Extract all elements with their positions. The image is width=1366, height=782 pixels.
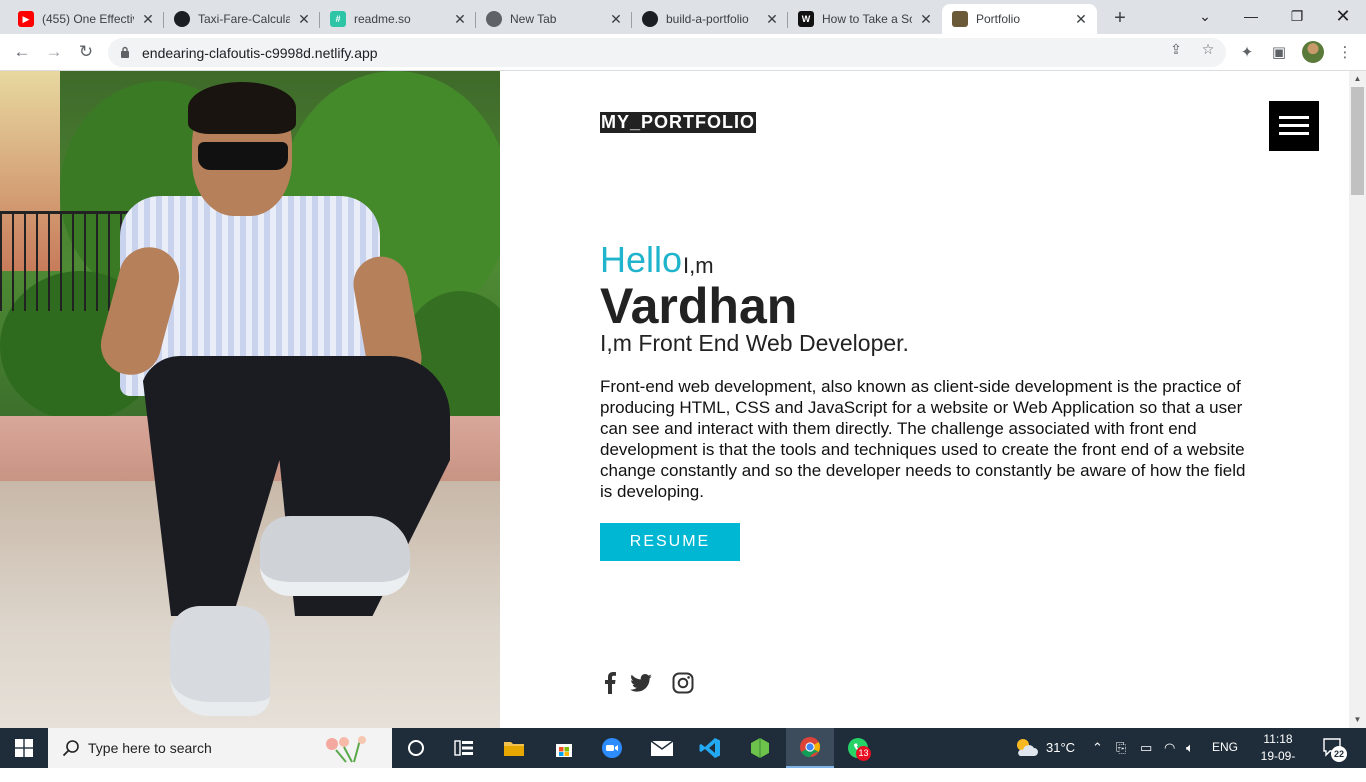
task-view-icon[interactable] [440, 728, 488, 768]
hero-role: I,m Front End Web Developer. [600, 330, 909, 356]
tab-title: readme.so [354, 12, 411, 26]
search-highlight-icon [326, 736, 366, 763]
site-icon: W [798, 11, 814, 27]
maximize-button[interactable]: ❐ [1274, 0, 1320, 32]
battery-icon[interactable]: ▭ [1140, 740, 1152, 756]
tab-strip: ▶ (455) One Effectiv ✕ Taxi-Fare-Calcula… [0, 0, 1366, 34]
address-bar[interactable]: endearing-clafoutis-c9998d.netlify.app [108, 38, 1226, 67]
whatsapp-badge: 13 [856, 746, 871, 761]
tab-screenshot-howto[interactable]: W How to Take a Sc ✕ [788, 4, 942, 34]
tab-readme[interactable]: # readme.so ✕ [320, 4, 476, 34]
scrollbar-thumb[interactable] [1351, 87, 1364, 195]
page-viewport: MY_PORTFOLIO Hello I,m Vardhan I,m Front… [0, 71, 1366, 728]
file-explorer-icon[interactable] [490, 728, 538, 768]
reload-button[interactable]: ↻ [74, 40, 98, 64]
hero-description: Front-end web development, also known as… [600, 377, 1246, 501]
greeting-text: Hello [600, 239, 683, 280]
taskbar-search-box[interactable]: Type here to search [48, 728, 392, 768]
taskbar-clock[interactable]: 11:18 19-09-2022 [1248, 731, 1308, 782]
tab-search-icon[interactable]: ⌄ [1182, 0, 1228, 32]
facebook-icon[interactable] [598, 671, 622, 695]
close-tab-icon[interactable]: ✕ [452, 11, 468, 27]
tab-title: Portfolio [976, 12, 1021, 26]
close-tab-icon[interactable]: ✕ [608, 11, 624, 27]
tab-youtube[interactable]: ▶ (455) One Effectiv ✕ [8, 4, 164, 34]
profile-photo [0, 71, 500, 728]
menu-dots-icon[interactable]: ⋮ [1336, 43, 1354, 61]
language-indicator[interactable]: ENG [1212, 740, 1238, 754]
url-text[interactable]: endearing-clafoutis-c9998d.netlify.app [142, 45, 378, 61]
close-tab-icon[interactable]: ✕ [1073, 11, 1089, 27]
cortana-icon[interactable] [392, 728, 440, 768]
hero-name: Vardhan [600, 278, 798, 334]
meet-now-icon[interactable]: ⎘ [1116, 740, 1126, 756]
search-placeholder: Type here to search [88, 740, 212, 756]
hamburger-menu-button[interactable] [1269, 101, 1319, 151]
mail-icon[interactable] [638, 728, 686, 768]
lock-icon[interactable] [120, 46, 130, 58]
portfolio-icon [952, 11, 968, 27]
close-tab-icon[interactable]: ✕ [918, 11, 934, 27]
close-tab-icon[interactable]: ✕ [296, 11, 312, 27]
windows-logo-icon [15, 739, 33, 757]
side-panel-icon[interactable]: ▣ [1270, 43, 1288, 61]
youtube-icon: ▶ [18, 11, 34, 27]
tab-new-tab[interactable]: New Tab ✕ [476, 4, 632, 34]
zoom-icon[interactable] [588, 728, 636, 768]
search-icon [62, 740, 79, 757]
tab-title: (455) One Effectiv [42, 12, 134, 26]
twitter-icon[interactable] [629, 671, 653, 695]
node-app-icon[interactable] [736, 728, 784, 768]
wifi-icon[interactable]: ◠ [1164, 740, 1175, 756]
tab-title: build-a-portfolio [666, 12, 749, 26]
chrome-taskbar-icon[interactable] [786, 728, 834, 768]
page-scrollbar[interactable]: ▲ ▼ [1349, 71, 1366, 728]
volume-icon[interactable]: 🔈︎ [1186, 740, 1194, 756]
close-window-button[interactable]: ✕ [1320, 0, 1366, 32]
notification-count-badge: 22 [1331, 746, 1347, 762]
tab-title: How to Take a Sc [822, 12, 912, 26]
notifications-icon[interactable]: 22 [1322, 737, 1347, 762]
tab-title: Taxi-Fare-Calculat [198, 12, 290, 26]
bookmark-star-icon[interactable]: ☆ [1200, 41, 1216, 57]
new-tab-button[interactable]: + [1108, 6, 1132, 30]
clock-date: 19-09-2022 [1260, 749, 1296, 780]
resume-button[interactable]: RESUME [600, 523, 740, 561]
tray-chevron-up-icon[interactable]: ⌃ [1092, 740, 1103, 756]
weather-icon[interactable] [1014, 736, 1038, 761]
whatsapp-icon[interactable]: 13 [834, 728, 882, 768]
scroll-up-icon[interactable]: ▲ [1353, 74, 1362, 83]
minimize-button[interactable]: — [1228, 0, 1274, 32]
share-icon[interactable]: ⇪ [1168, 41, 1184, 57]
clock-time: 11:18 [1263, 732, 1293, 746]
extensions-icon[interactable]: ✦ [1238, 43, 1256, 61]
site-brand-logo[interactable]: MY_PORTFOLIO [600, 112, 757, 133]
close-tab-icon[interactable]: ✕ [140, 11, 156, 27]
tab-taxi-fare[interactable]: Taxi-Fare-Calculat ✕ [164, 4, 320, 34]
scroll-down-icon[interactable]: ▼ [1353, 715, 1362, 724]
instagram-icon[interactable] [671, 671, 695, 695]
vscode-icon[interactable] [686, 728, 734, 768]
github-icon [642, 11, 658, 27]
profile-avatar[interactable] [1302, 41, 1324, 63]
close-tab-icon[interactable]: ✕ [764, 11, 780, 27]
forward-button[interactable]: → [42, 40, 66, 64]
browser-toolbar: ← → ↻ endearing-clafoutis-c9998d.netlify… [0, 34, 1366, 71]
back-button[interactable]: ← [10, 40, 34, 64]
windows-taskbar: Type here to search 13 31°C ⌃ ⎘ ▭ ◠ 🔈︎ E… [0, 728, 1366, 780]
weather-temperature[interactable]: 31°C [1046, 740, 1075, 755]
windows-start-button[interactable] [0, 728, 48, 768]
microsoft-store-icon[interactable] [540, 728, 588, 768]
greeting-suffix: I,m [683, 253, 714, 278]
tab-title: New Tab [510, 12, 557, 26]
readme-icon: # [330, 11, 346, 27]
tab-portfolio[interactable]: Portfolio ✕ [942, 4, 1097, 34]
chrome-icon [486, 11, 502, 27]
tab-build-portfolio[interactable]: build-a-portfolio ✕ [632, 4, 788, 34]
github-icon [174, 11, 190, 27]
